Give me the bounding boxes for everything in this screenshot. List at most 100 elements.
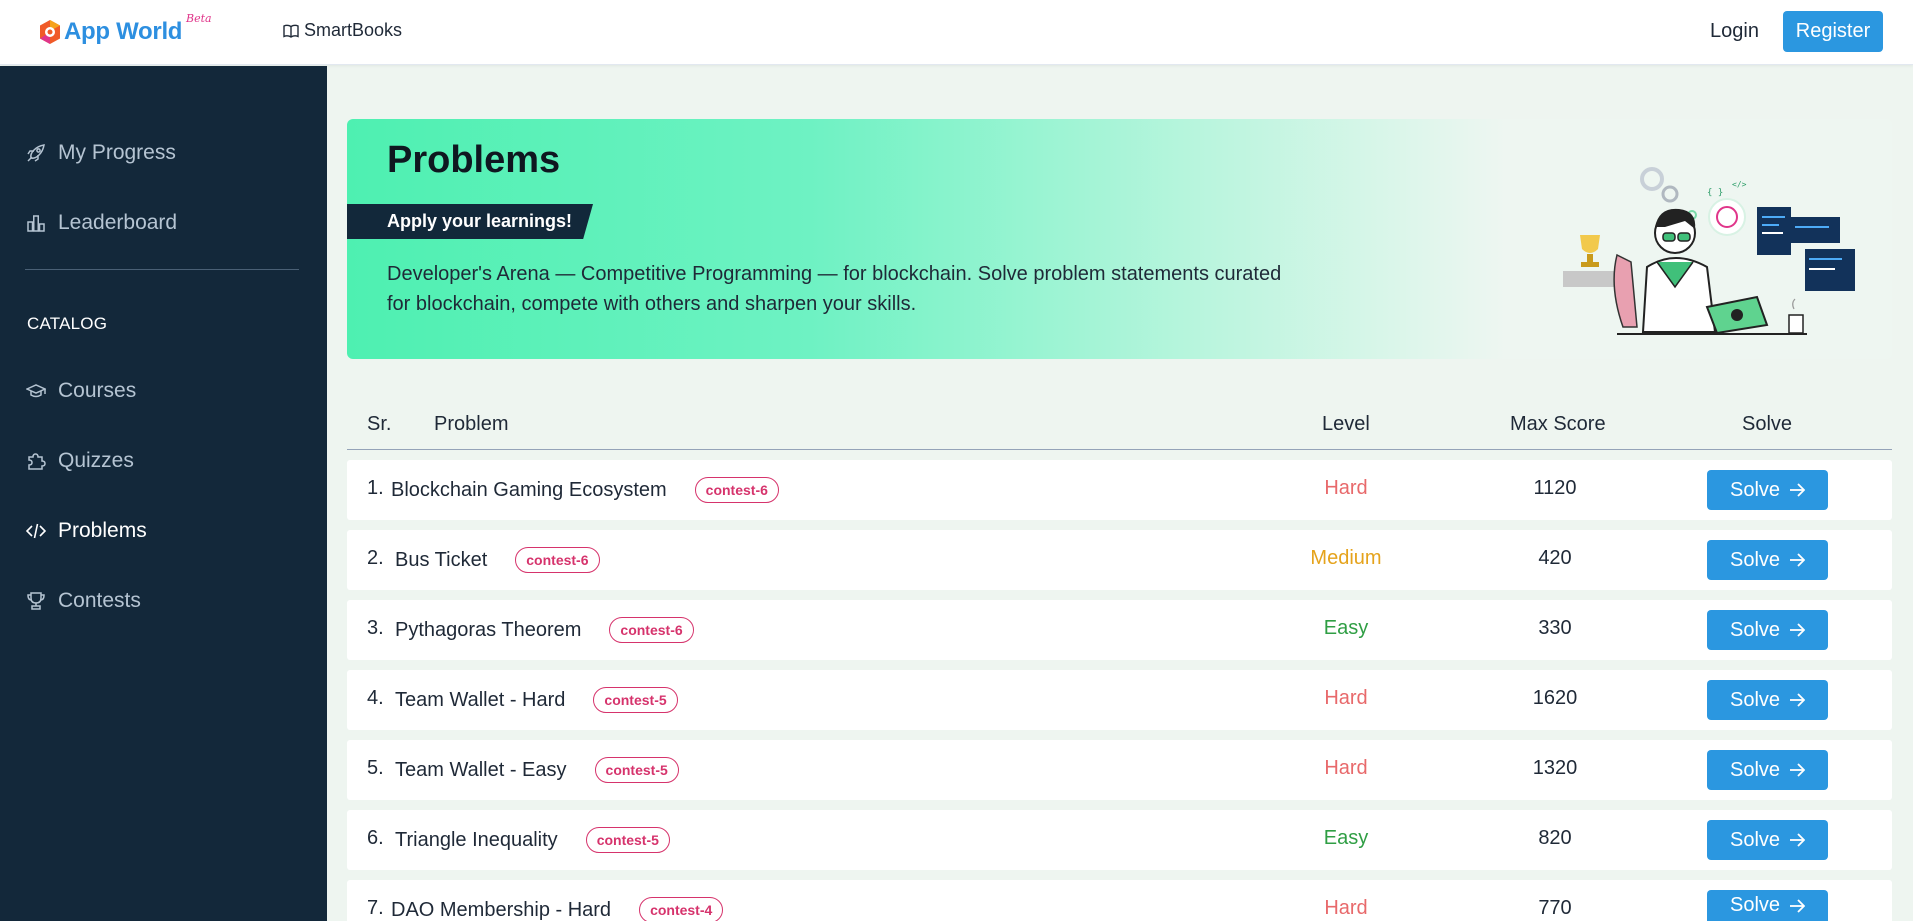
arrow-right-icon	[1790, 553, 1806, 567]
column-header-max-score: Max Score	[1510, 413, 1606, 435]
table-row: 3. Pythagoras Theorem contest-6 Easy 330…	[347, 600, 1892, 660]
login-link[interactable]: Login	[1710, 20, 1759, 43]
table-row: 7. DAO Membership - Hard contest-4 Hard …	[347, 880, 1892, 921]
book-icon	[283, 24, 299, 38]
svg-text:{ }: { }	[1707, 188, 1723, 198]
column-header-problem: Problem	[434, 413, 509, 435]
app-logo[interactable]: App World Beta	[38, 12, 212, 46]
code-icon	[26, 523, 46, 539]
contest-badge: contest-5	[593, 687, 678, 713]
solve-button[interactable]: Solve	[1707, 750, 1828, 790]
contest-badge: contest-6	[694, 477, 779, 503]
sidebar-item-label: My Progress	[58, 141, 176, 164]
problem-name[interactable]: DAO Membership - Hard	[391, 899, 611, 921]
solve-button[interactable]: Solve	[1707, 680, 1828, 720]
sidebar-item-label: Contests	[58, 589, 141, 612]
problem-cell: Team Wallet - Hard contest-5	[395, 687, 678, 713]
problems-table-header: Sr. Problem Level Max Score Solve	[347, 405, 1892, 450]
beta-badge: Beta	[186, 12, 212, 25]
solve-button[interactable]: Solve	[1707, 540, 1828, 580]
contest-badge: contest-5	[585, 827, 670, 853]
solve-label: Solve	[1729, 894, 1781, 916]
problem-name[interactable]: Triangle Inequality	[395, 829, 558, 852]
table-row: 6. Triangle Inequality contest-5 Easy 82…	[347, 810, 1892, 870]
column-header-sr: Sr.	[367, 413, 392, 435]
page-title: Problems	[387, 139, 561, 181]
sidebar-item-courses[interactable]: Courses	[26, 379, 136, 403]
problem-name[interactable]: Team Wallet - Hard	[395, 689, 565, 712]
level-easy: Easy	[1323, 617, 1369, 639]
column-header-solve: Solve	[1742, 413, 1793, 435]
max-score: 420	[1538, 547, 1572, 569]
problem-name[interactable]: Team Wallet - Easy	[395, 759, 567, 782]
sidebar-item-contests[interactable]: Contests	[26, 589, 141, 613]
problem-cell: DAO Membership - Hard contest-4	[391, 897, 724, 921]
arrow-right-icon	[1790, 833, 1806, 847]
max-score: 1320	[1532, 757, 1578, 779]
solve-label: Solve	[1729, 478, 1781, 501]
arrow-right-icon	[1790, 483, 1806, 497]
row-number: 6.	[367, 827, 384, 849]
row-number: 2.	[367, 547, 384, 569]
problem-cell: Pythagoras Theorem contest-6	[395, 617, 694, 643]
sidebar-divider	[25, 269, 299, 270]
max-score: 330	[1538, 617, 1572, 639]
solve-label: Solve	[1729, 828, 1781, 851]
table-row: 5. Team Wallet - Easy contest-5 Hard 132…	[347, 740, 1892, 800]
max-score: 820	[1538, 827, 1572, 849]
problems-banner: Problems Apply your learnings! Developer…	[347, 119, 1892, 359]
trophy-icon	[27, 592, 45, 610]
contest-badge: contest-6	[609, 617, 694, 643]
problem-cell: Blockchain Gaming Ecosystem contest-6	[391, 477, 779, 503]
table-row: 2. Bus Ticket contest-6 Medium 420 Solve	[347, 530, 1892, 590]
top-header: App World Beta SmartBooks Login Register	[0, 0, 1913, 65]
problem-cell: Bus Ticket contest-6	[395, 547, 600, 573]
puzzle-icon	[28, 453, 46, 470]
arrow-right-icon	[1790, 693, 1806, 707]
sidebar-item-problems[interactable]: Problems	[26, 519, 147, 543]
problem-name[interactable]: Pythagoras Theorem	[395, 619, 581, 642]
row-number: 1.	[367, 477, 384, 499]
solve-button[interactable]: Solve	[1707, 820, 1828, 860]
solve-label: Solve	[1729, 618, 1781, 641]
max-score: 1620	[1532, 687, 1578, 709]
problem-name[interactable]: Bus Ticket	[395, 549, 487, 572]
row-number: 5.	[367, 757, 384, 779]
banner-description: Developer's Arena — Competitive Programm…	[387, 263, 1282, 315]
solve-button[interactable]: Solve	[1707, 610, 1828, 650]
problem-name[interactable]: Blockchain Gaming Ecosystem	[391, 479, 667, 502]
register-button[interactable]: Register	[1783, 11, 1883, 52]
arrow-right-icon	[1790, 623, 1806, 637]
app-world-logo-icon	[40, 20, 60, 44]
sidebar-item-leaderboard[interactable]: Leaderboard	[26, 211, 177, 235]
sidebar-item-label: Leaderboard	[58, 211, 178, 234]
row-number: 3.	[367, 617, 384, 639]
solve-button[interactable]: Solve	[1707, 890, 1828, 921]
problem-cell: Triangle Inequality contest-5	[395, 827, 670, 853]
column-header-level: Level	[1322, 413, 1370, 435]
solve-label: Solve	[1729, 758, 1781, 781]
rocket-icon	[27, 144, 45, 162]
solve-label: Solve	[1729, 548, 1781, 571]
table-row: 4. Team Wallet - Hard contest-5 Hard 162…	[347, 670, 1892, 730]
sidebar-item-label: Problems	[58, 519, 147, 542]
level-easy: Easy	[1323, 827, 1369, 849]
sidebar-item-label: Courses	[58, 379, 137, 402]
level-hard: Hard	[1324, 757, 1368, 779]
solve-label: Solve	[1729, 688, 1781, 711]
bar-chart-icon	[27, 215, 45, 232]
sidebar-item-quizzes[interactable]: Quizzes	[26, 449, 134, 473]
max-score: 770	[1538, 897, 1572, 919]
developer-illustration-icon: { } </>	[1563, 167, 1855, 335]
level-hard: Hard	[1324, 687, 1368, 709]
sidebar-item-label: Quizzes	[58, 449, 134, 472]
logo-text: App World	[64, 18, 183, 45]
sidebar-item-my-progress[interactable]: My Progress	[26, 141, 176, 165]
table-row: 1. Blockchain Gaming Ecosystem contest-6…	[347, 460, 1892, 520]
smartbooks-link[interactable]: SmartBooks	[283, 20, 402, 41]
arrow-right-icon	[1790, 763, 1806, 777]
svg-text:</>: </>	[1732, 180, 1747, 189]
contest-badge: contest-6	[515, 547, 600, 573]
row-number: 7.	[367, 897, 384, 919]
solve-button[interactable]: Solve	[1707, 470, 1828, 510]
